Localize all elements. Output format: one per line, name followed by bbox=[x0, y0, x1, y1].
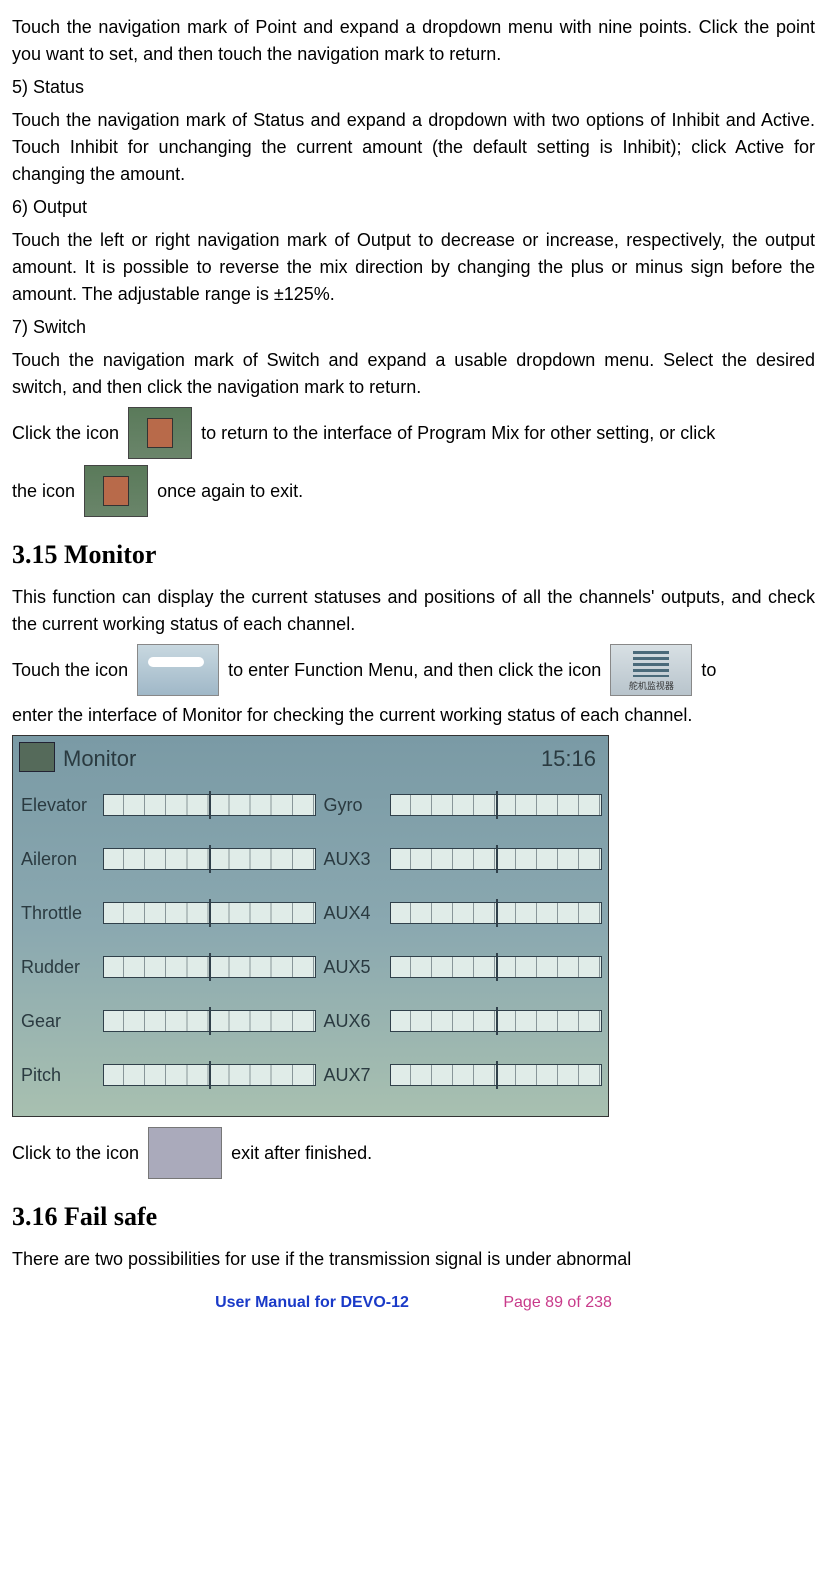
channel-bar bbox=[103, 956, 316, 978]
monitor-screenshot: Monitor 15:16 Elevator Gyro Aileron AUX3… bbox=[12, 735, 609, 1117]
screenshot-grid: Elevator Gyro Aileron AUX3 Throttle AUX4… bbox=[19, 780, 602, 1110]
channel-label: Elevator bbox=[19, 792, 97, 819]
channel-label: AUX6 bbox=[322, 1008, 384, 1035]
text-fragment: to enter Function Menu, and then click t… bbox=[223, 657, 606, 684]
heading-monitor: 3.15 Monitor bbox=[12, 535, 815, 574]
channel-label: AUX3 bbox=[322, 846, 384, 873]
text-fragment: Touch the icon bbox=[12, 657, 133, 684]
screenshot-back-icon bbox=[19, 742, 55, 772]
screenshot-clock: 15:16 bbox=[541, 742, 596, 775]
channel-label: Aileron bbox=[19, 846, 97, 873]
back-icon bbox=[128, 407, 192, 459]
channel-bar bbox=[103, 902, 316, 924]
channel-bar bbox=[390, 902, 603, 924]
item-5-status: 5) Status bbox=[12, 74, 815, 101]
text-fragment: Click the icon bbox=[12, 420, 124, 447]
channel-bar bbox=[390, 956, 603, 978]
paragraph-monitor-intro: This function can display the current st… bbox=[12, 584, 815, 638]
paragraph-switch: Touch the navigation mark of Switch and … bbox=[12, 347, 815, 401]
paragraph-monitor-icons: Touch the icon to enter Function Menu, a… bbox=[12, 644, 815, 696]
text-fragment: the icon bbox=[12, 478, 80, 505]
function-menu-icon bbox=[137, 644, 219, 696]
channel-label: Pitch bbox=[19, 1062, 97, 1089]
item-7-switch: 7) Switch bbox=[12, 314, 815, 341]
exit-icon bbox=[148, 1127, 222, 1179]
channel-bar bbox=[103, 1010, 316, 1032]
channel-bar bbox=[390, 1064, 603, 1086]
channel-label: Rudder bbox=[19, 954, 97, 981]
footer-manual-title: User Manual for DEVO-12 bbox=[215, 1294, 409, 1311]
channel-bar bbox=[390, 1010, 603, 1032]
page-footer: User Manual for DEVO-12 Page 89 of 238 bbox=[12, 1291, 815, 1315]
paragraph-output: Touch the left or right navigation mark … bbox=[12, 227, 815, 308]
channel-label: AUX5 bbox=[322, 954, 384, 981]
text-fragment: once again to exit. bbox=[152, 478, 303, 505]
back-icon bbox=[84, 465, 148, 517]
channel-label: AUX4 bbox=[322, 900, 384, 927]
channel-label: Gyro bbox=[322, 792, 384, 819]
item-6-output: 6) Output bbox=[12, 194, 815, 221]
monitor-icon: 舵机监视器 bbox=[610, 644, 692, 696]
footer-page-number: Page 89 of 238 bbox=[503, 1294, 612, 1311]
paragraph-monitor-cont: enter the interface of Monitor for check… bbox=[12, 702, 815, 729]
channel-label: Gear bbox=[19, 1008, 97, 1035]
text-fragment: to return to the interface of Program Mi… bbox=[196, 420, 720, 447]
heading-failsafe: 3.16 Fail safe bbox=[12, 1197, 815, 1236]
paragraph-status: Touch the navigation mark of Status and … bbox=[12, 107, 815, 188]
channel-bar bbox=[390, 794, 603, 816]
screenshot-title: Monitor bbox=[63, 742, 136, 775]
channel-bar bbox=[103, 848, 316, 870]
monitor-icon-label: 舵机监视器 bbox=[611, 680, 691, 694]
channel-bar bbox=[103, 1064, 316, 1086]
channel-bar bbox=[390, 848, 603, 870]
paragraph-click-exit-again: the icon once again to exit. bbox=[12, 465, 815, 517]
paragraph-click-exit: Click to the icon exit after finished. bbox=[12, 1127, 815, 1179]
text-fragment: Click to the icon bbox=[12, 1140, 144, 1167]
channel-bar bbox=[103, 794, 316, 816]
channel-label: AUX7 bbox=[322, 1062, 384, 1089]
text-fragment: exit after finished. bbox=[226, 1140, 372, 1167]
text-fragment: to bbox=[696, 657, 721, 684]
channel-label: Throttle bbox=[19, 900, 97, 927]
paragraph-click-return: Click the icon to return to the interfac… bbox=[12, 407, 815, 459]
paragraph-failsafe: There are two possibilities for use if t… bbox=[12, 1246, 815, 1273]
paragraph-point: Touch the navigation mark of Point and e… bbox=[12, 14, 815, 68]
